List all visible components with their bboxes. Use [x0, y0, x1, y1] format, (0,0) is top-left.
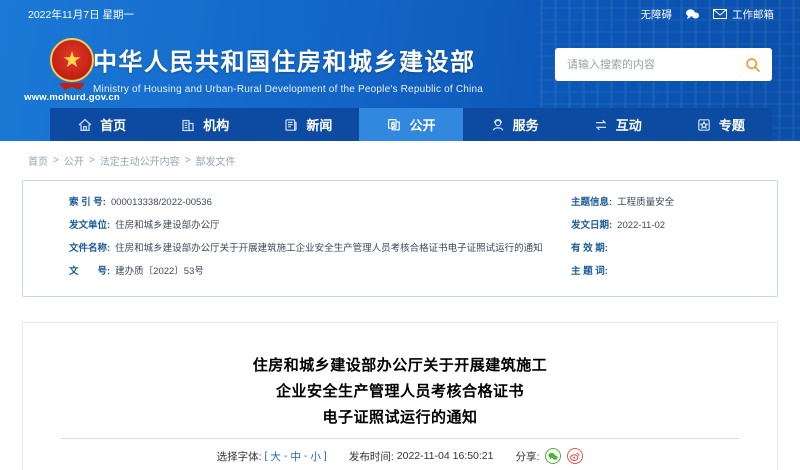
font-size-medium-button[interactable]: 中: [290, 449, 301, 464]
info-row-document-name: 文件名称: 住房和城乡建设部办公厅关于开展建筑施工企业安全生产管理人员考核合格证书…: [69, 237, 543, 260]
article-title-line: 电子证照试运行的通知: [322, 409, 478, 426]
nav-tab-label: 互动: [615, 118, 642, 133]
article-title-line: 住房和城乡建设部办公厅关于开展建筑施工: [252, 357, 548, 374]
publish-time-value: 2022-11-04 16:50:21: [396, 450, 494, 462]
disclosure-icon: [386, 117, 402, 133]
wechat-share-icon[interactable]: [545, 448, 562, 464]
nav-tab-disclosure[interactable]: 公开: [359, 108, 463, 141]
info-value: 000013338/2022-00536: [110, 197, 212, 208]
info-label: 主题信息:: [571, 197, 613, 208]
document-info-left-column: 索 引 号: 000013338/2022-00536 发文单位: 住房和城乡建设部…: [69, 191, 543, 283]
share-label: 分享:: [515, 450, 540, 463]
nav-tab-label: 服务: [512, 118, 539, 133]
font-bracket-close: ]: [323, 450, 327, 462]
work-mailbox-label: 工作邮箱: [732, 8, 774, 21]
info-row-index-number: 索 引 号: 000013338/2022-00536: [69, 191, 543, 214]
article-meta: 选择字体: [ 大 - 中 - 小 ] 发布时间: 2022-11-04 16:…: [23, 448, 777, 464]
nav-tab-label: 机构: [203, 118, 230, 133]
font-size-label: 选择字体:: [216, 450, 262, 463]
envelope-icon: [713, 9, 727, 19]
news-icon: [283, 117, 299, 133]
search-input[interactable]: [555, 48, 745, 81]
breadcrumb-separator: >: [184, 155, 191, 166]
info-value: 住房和城乡建设部办公厅关于开展建筑施工企业安全生产管理人员考核合格证书电子证照试…: [115, 243, 543, 254]
breadcrumb-statutory-disclosure[interactable]: 法定主动公开内容: [100, 153, 180, 168]
interaction-icon: [593, 117, 609, 133]
info-row-keywords: 主 题 词:: [571, 260, 674, 283]
header-main: ★ www.mohurd.gov.cn 中华人民共和国住房和城乡建设部 Mini…: [0, 28, 800, 108]
work-mailbox-link[interactable]: 工作邮箱: [713, 7, 774, 22]
nav-tab-label: 首页: [100, 118, 127, 133]
topbar-right: 无障碍 工作邮箱: [641, 7, 775, 22]
info-row-issue-date: 发文日期: 2022-11-02: [571, 214, 674, 237]
breadcrumb-separator: >: [53, 155, 59, 166]
breadcrumb-disclosure[interactable]: 公开: [64, 153, 84, 168]
font-dash: -: [303, 450, 308, 462]
main-nav-inner: 首页 机构 新闻 公开 服务 互动 专题: [50, 108, 772, 141]
article-box: 住房和城乡建设部办公厅关于开展建筑施工 企业安全生产管理人员考核合格证书 电子证…: [22, 322, 778, 470]
nav-tab-service[interactable]: 服务: [463, 108, 566, 141]
topbar: 2022年11月7日 星期一 无障碍 工作邮箱: [0, 0, 800, 28]
document-info-box: 索 引 号: 000013338/2022-00536 发文单位: 住房和城乡建设部…: [22, 180, 778, 297]
search-box: [555, 48, 772, 81]
breadcrumb-separator: >: [88, 155, 95, 166]
document-info-right-column: 主题信息: 工程质量安全 发文日期: 2022-11-02 有 效 期: 主 题 词…: [571, 191, 674, 283]
info-row-issuing-unit: 发文单位: 住房和城乡建设部办公厅: [69, 214, 543, 237]
publish-time-group: 发布时间: 2022-11-04 16:50:21: [349, 449, 494, 464]
article-divider: [61, 438, 739, 439]
share-group: 分享:: [516, 448, 584, 464]
emblem-ribbon: [59, 83, 85, 90]
chat-bubbles-icon[interactable]: [685, 8, 700, 20]
font-size-selector: 选择字体: [ 大 - 中 - 小 ]: [217, 449, 327, 464]
info-value: 住房和城乡建设部办公厅: [115, 220, 220, 231]
publish-time-label: 发布时间:: [348, 450, 394, 463]
article-title-line: 企业安全生产管理人员考核合格证书: [275, 383, 524, 400]
nav-tab-label: 公开: [409, 118, 436, 133]
topics-icon: [696, 117, 712, 133]
weibo-share-icon[interactable]: [567, 448, 584, 464]
home-icon: [77, 117, 93, 133]
nav-tab-interaction[interactable]: 互动: [566, 108, 669, 141]
nav-tab-label: 专题: [718, 118, 745, 133]
page: 2022年11月7日 星期一 无障碍 工作邮箱 ★ www.mohurd.gov…: [0, 0, 800, 470]
main-nav: 首页 机构 新闻 公开 服务 互动 专题: [0, 108, 800, 141]
font-size-large-button[interactable]: 大: [270, 449, 281, 464]
info-row-document-number: 文 号: 建办质〔2022〕53号: [69, 260, 543, 283]
organization-icon: [180, 117, 196, 133]
info-label: 发文单位:: [69, 220, 111, 231]
nav-tab-home[interactable]: 首页: [50, 108, 153, 141]
site-subtitle-english: Ministry of Housing and Urban-Rural Deve…: [93, 84, 483, 95]
info-label: 有 效 期:: [571, 243, 608, 254]
info-label: 文件名称:: [69, 243, 111, 254]
nav-tab-news[interactable]: 新闻: [256, 108, 359, 141]
info-label: 主 题 词:: [571, 266, 608, 277]
font-dash: -: [283, 450, 288, 462]
info-row-validity: 有 效 期:: [571, 237, 674, 260]
site-header: 2022年11月7日 星期一 无障碍 工作邮箱 ★ www.mohurd.gov…: [0, 0, 800, 141]
service-icon: [490, 117, 506, 133]
accessibility-link[interactable]: 无障碍: [641, 7, 673, 22]
site-title: 中华人民共和国住房和城乡建设部: [93, 49, 476, 76]
info-value: 2022-11-02: [617, 220, 666, 231]
breadcrumb-ministry-documents[interactable]: 部发文件: [196, 153, 236, 168]
info-label: 文 号:: [69, 266, 111, 277]
breadcrumb-home[interactable]: 首页: [28, 153, 48, 168]
info-label: 索 引 号:: [69, 197, 106, 208]
search-icon[interactable]: [745, 57, 772, 73]
info-label: 发文日期:: [571, 220, 613, 231]
breadcrumb: 首页 > 公开 > 法定主动公开内容 > 部发文件: [0, 141, 800, 180]
info-value: 工程质量安全: [617, 197, 675, 208]
font-size-small-button[interactable]: 小: [310, 449, 321, 464]
article-title: 住房和城乡建设部办公厅关于开展建筑施工 企业安全生产管理人员考核合格证书 电子证…: [23, 353, 777, 431]
current-date: 2022年11月7日 星期一: [28, 8, 135, 21]
site-titles: 中华人民共和国住房和城乡建设部 Ministry of Housing and …: [93, 42, 483, 95]
nav-tab-label: 新闻: [306, 118, 333, 133]
nav-tab-organization[interactable]: 机构: [153, 108, 256, 141]
info-value: 建办质〔2022〕53号: [115, 266, 204, 277]
font-bracket-open: [: [264, 450, 268, 462]
national-emblem-logo: ★: [50, 38, 94, 82]
info-row-theme: 主题信息: 工程质量安全: [571, 191, 674, 214]
nav-tab-topics[interactable]: 专题: [669, 108, 772, 141]
